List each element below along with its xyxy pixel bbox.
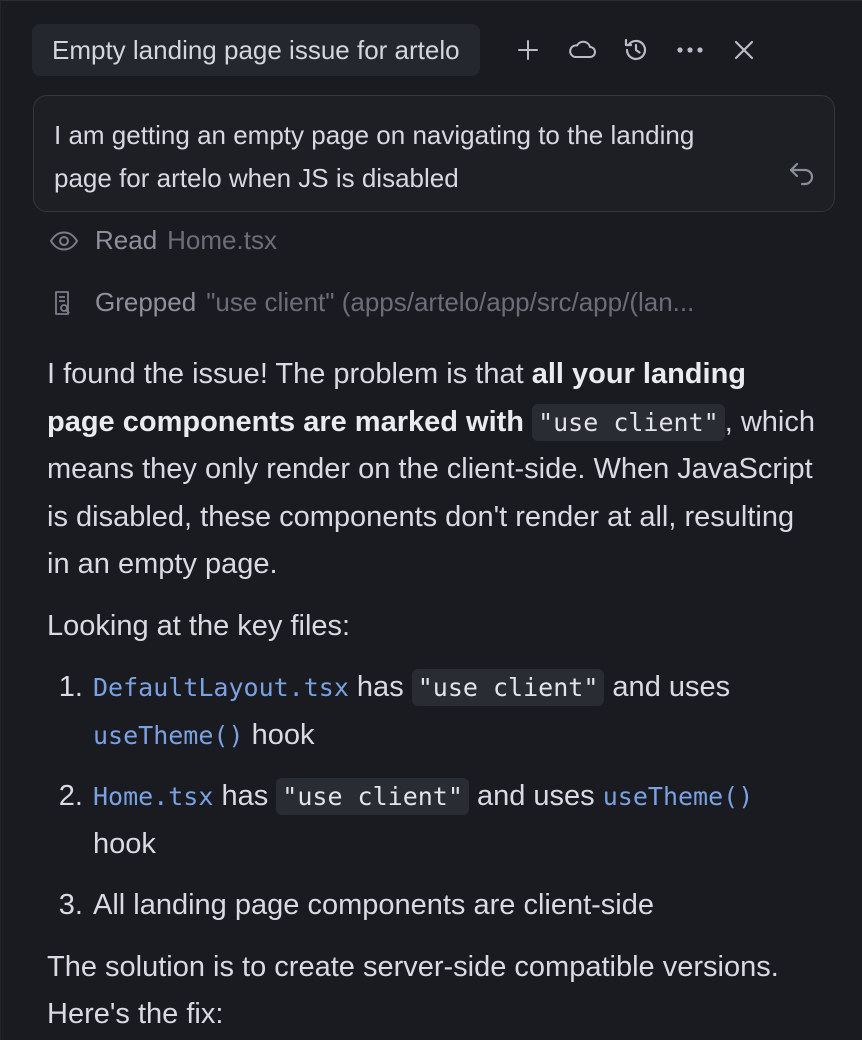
tool-verb: Grepped: [95, 287, 197, 317]
tool-verb: Read: [95, 225, 158, 255]
undo-icon: [789, 162, 814, 186]
new-chat-button[interactable]: [508, 30, 548, 70]
list-item: Home.tsx has "use client" and uses useTh…: [91, 773, 817, 868]
cloud-button[interactable]: [562, 30, 602, 70]
user-query-box[interactable]: I am getting an empty page on navigating…: [33, 95, 835, 212]
header-actions: [508, 30, 764, 70]
list-item: DefaultLayout.tsx has "use client" and u…: [91, 664, 817, 759]
chat-panel: Empty landing page issue for artelo I am…: [0, 0, 862, 1040]
close-icon: [734, 40, 753, 60]
inline-code: "use client": [411, 669, 605, 706]
history-button[interactable]: [616, 30, 656, 70]
chat-header: Empty landing page issue for artelo: [32, 23, 840, 77]
close-button[interactable]: [724, 30, 764, 70]
history-icon: [624, 38, 646, 60]
user-query-text: I am getting an empty page on navigating…: [54, 120, 695, 193]
tool-read-line[interactable]: Read Home.tsx: [49, 225, 277, 256]
chat-tab-title: Empty landing page issue for artelo: [52, 34, 460, 65]
tool-argument: Home.tsx: [167, 225, 277, 255]
file-reference[interactable]: DefaultLayout.tsx: [93, 673, 349, 702]
response-paragraph: The solution is to create server-side co…: [47, 950, 779, 1031]
chat-tab[interactable]: Empty landing page issue for artelo: [32, 24, 480, 76]
eye-icon: [49, 230, 81, 251]
file-reference[interactable]: Home.tsx: [93, 782, 213, 811]
inline-code: "use client": [276, 778, 469, 815]
revert-button[interactable]: [788, 160, 816, 191]
symbol-reference[interactable]: useTheme(): [93, 721, 244, 750]
tool-argument: "use client" (apps/artelo/app/src/app/(l…: [206, 287, 695, 317]
list-item: All landing page components are client-s…: [91, 882, 817, 930]
plus-icon: [517, 40, 538, 60]
response-paragraph: I found the issue! The problem is that a…: [47, 358, 815, 580]
grep-icon: [49, 289, 81, 317]
symbol-reference[interactable]: useTheme(): [603, 782, 754, 811]
more-icon: [676, 47, 703, 53]
file-list: DefaultLayout.tsx has "use client" and u…: [47, 664, 817, 930]
response-paragraph: Looking at the key files:: [47, 609, 351, 642]
tool-grep-line[interactable]: Grepped "use client" (apps/artelo/app/sr…: [49, 287, 694, 318]
inline-code: "use client": [532, 403, 725, 441]
assistant-response: I found the issue! The problem is that a…: [47, 351, 817, 1039]
more-button[interactable]: [670, 30, 710, 70]
cloud-icon: [568, 40, 596, 58]
